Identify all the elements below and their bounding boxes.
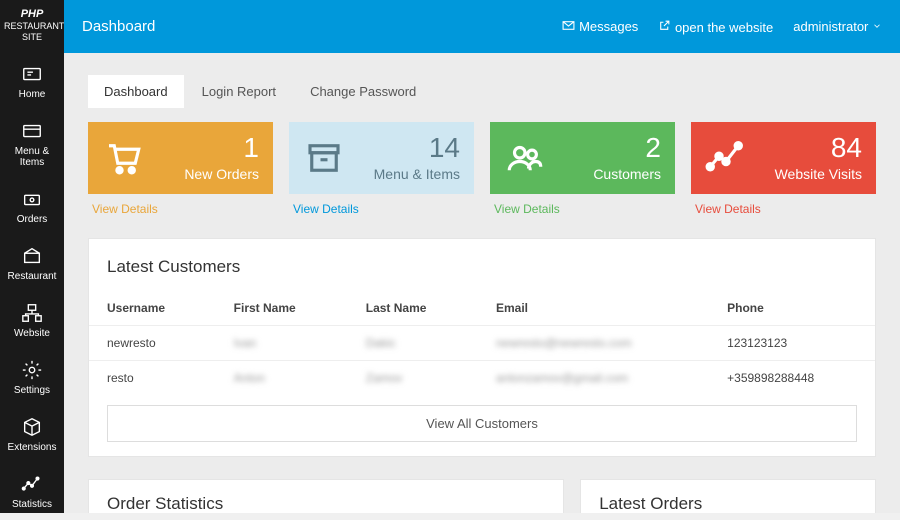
orders-icon (21, 188, 43, 210)
tile-new-orders[interactable]: 1New Orders (88, 122, 273, 194)
tile-visits[interactable]: 84Website Visits (691, 122, 876, 194)
sidebar-item-label: Home (19, 89, 46, 100)
cart-icon (102, 137, 144, 179)
th-phone: Phone (709, 291, 875, 326)
brand: PHP RESTAURANT SITE (0, 0, 64, 53)
th-username: Username (89, 291, 216, 326)
view-details-menu[interactable]: View Details (289, 194, 474, 216)
tab-change-password[interactable]: Change Password (294, 75, 432, 108)
th-email: Email (478, 291, 709, 326)
sidebar-item-menu[interactable]: Menu & Items (0, 110, 64, 178)
view-details-visits[interactable]: View Details (691, 194, 876, 216)
header-user-menu[interactable]: administrator (793, 19, 882, 34)
sidebar-item-label: Menu & Items (15, 146, 49, 168)
table-row[interactable]: resto Anton Zamov antonzamov@gmail.com +… (89, 361, 875, 396)
main-content: Dashboard Login Report Change Password 1… (64, 53, 900, 513)
gear-icon (21, 359, 43, 381)
header-open-site[interactable]: open the website (658, 19, 773, 35)
sidebar-item-label: Orders (17, 214, 48, 225)
restaurant-icon (21, 245, 43, 267)
header: Dashboard Messages open the website admi… (64, 0, 900, 53)
users-icon (504, 137, 546, 179)
sidebar: PHP RESTAURANT SITE Home Menu & Items Or… (0, 0, 64, 513)
sidebar-item-statistics[interactable]: Statistics (0, 463, 64, 520)
page-title: Dashboard (82, 18, 155, 35)
card-icon (21, 120, 43, 142)
sidebar-item-extensions[interactable]: Extensions (0, 406, 64, 463)
tiles-row: 1New Orders View Details 14Menu & Items … (88, 122, 876, 216)
tab-login-report[interactable]: Login Report (186, 75, 292, 108)
chevron-down-icon (872, 21, 882, 31)
sidebar-item-label: Restaurant (8, 271, 57, 282)
cube-icon (21, 416, 43, 438)
th-first: First Name (216, 291, 348, 326)
table-header-row: Username First Name Last Name Email Phon… (89, 291, 875, 326)
envelope-icon (562, 20, 575, 31)
header-messages[interactable]: Messages (562, 19, 638, 34)
sidebar-item-label: Settings (14, 385, 50, 396)
view-all-customers[interactable]: View All Customers (107, 405, 857, 442)
sidebar-item-home[interactable]: Home (0, 53, 64, 110)
brand-line2: RESTAURANT (4, 21, 64, 31)
panel-title: Order Statistics (107, 494, 545, 513)
view-details-customers[interactable]: View Details (490, 194, 675, 216)
order-statistics-panel: Order Statistics $ / Day (88, 479, 564, 513)
sidebar-item-orders[interactable]: Orders (0, 178, 64, 235)
latest-customers-panel: Latest Customers Username First Name Las… (88, 238, 876, 457)
tile-menu-items[interactable]: 14Menu & Items (289, 122, 474, 194)
customers-table: Username First Name Last Name Email Phon… (89, 291, 875, 395)
sidebar-item-label: Website (14, 328, 50, 339)
tabs: Dashboard Login Report Change Password (88, 75, 876, 108)
sidebar-item-label: Statistics (12, 499, 52, 510)
panel-title: Latest Customers (89, 253, 875, 291)
home-icon (21, 63, 43, 85)
th-last: Last Name (348, 291, 478, 326)
external-link-icon (658, 19, 671, 32)
table-row[interactable]: newresto Ivan Dakic newresto@newresto.co… (89, 326, 875, 361)
lower-row: Order Statistics $ / Day Latest Orders $… (88, 479, 876, 513)
sidebar-item-restaurant[interactable]: Restaurant (0, 235, 64, 292)
tile-customers[interactable]: 2Customers (490, 122, 675, 194)
tab-dashboard[interactable]: Dashboard (88, 75, 184, 108)
sidebar-item-website[interactable]: Website (0, 292, 64, 349)
brand-line3: SITE (22, 32, 42, 42)
view-details-orders[interactable]: View Details (88, 194, 273, 216)
website-icon (21, 302, 43, 324)
stats-icon (705, 137, 747, 179)
latest-orders-panel: Latest Orders $9.00, Anton Zamov 2 weeks… (580, 479, 876, 513)
sidebar-item-settings[interactable]: Settings (0, 349, 64, 406)
panel-title: Latest Orders (599, 494, 857, 513)
sidebar-item-label: Extensions (8, 442, 57, 453)
brand-line1: PHP (21, 8, 44, 20)
stats-icon-side (21, 473, 43, 495)
archive-icon (303, 137, 345, 179)
